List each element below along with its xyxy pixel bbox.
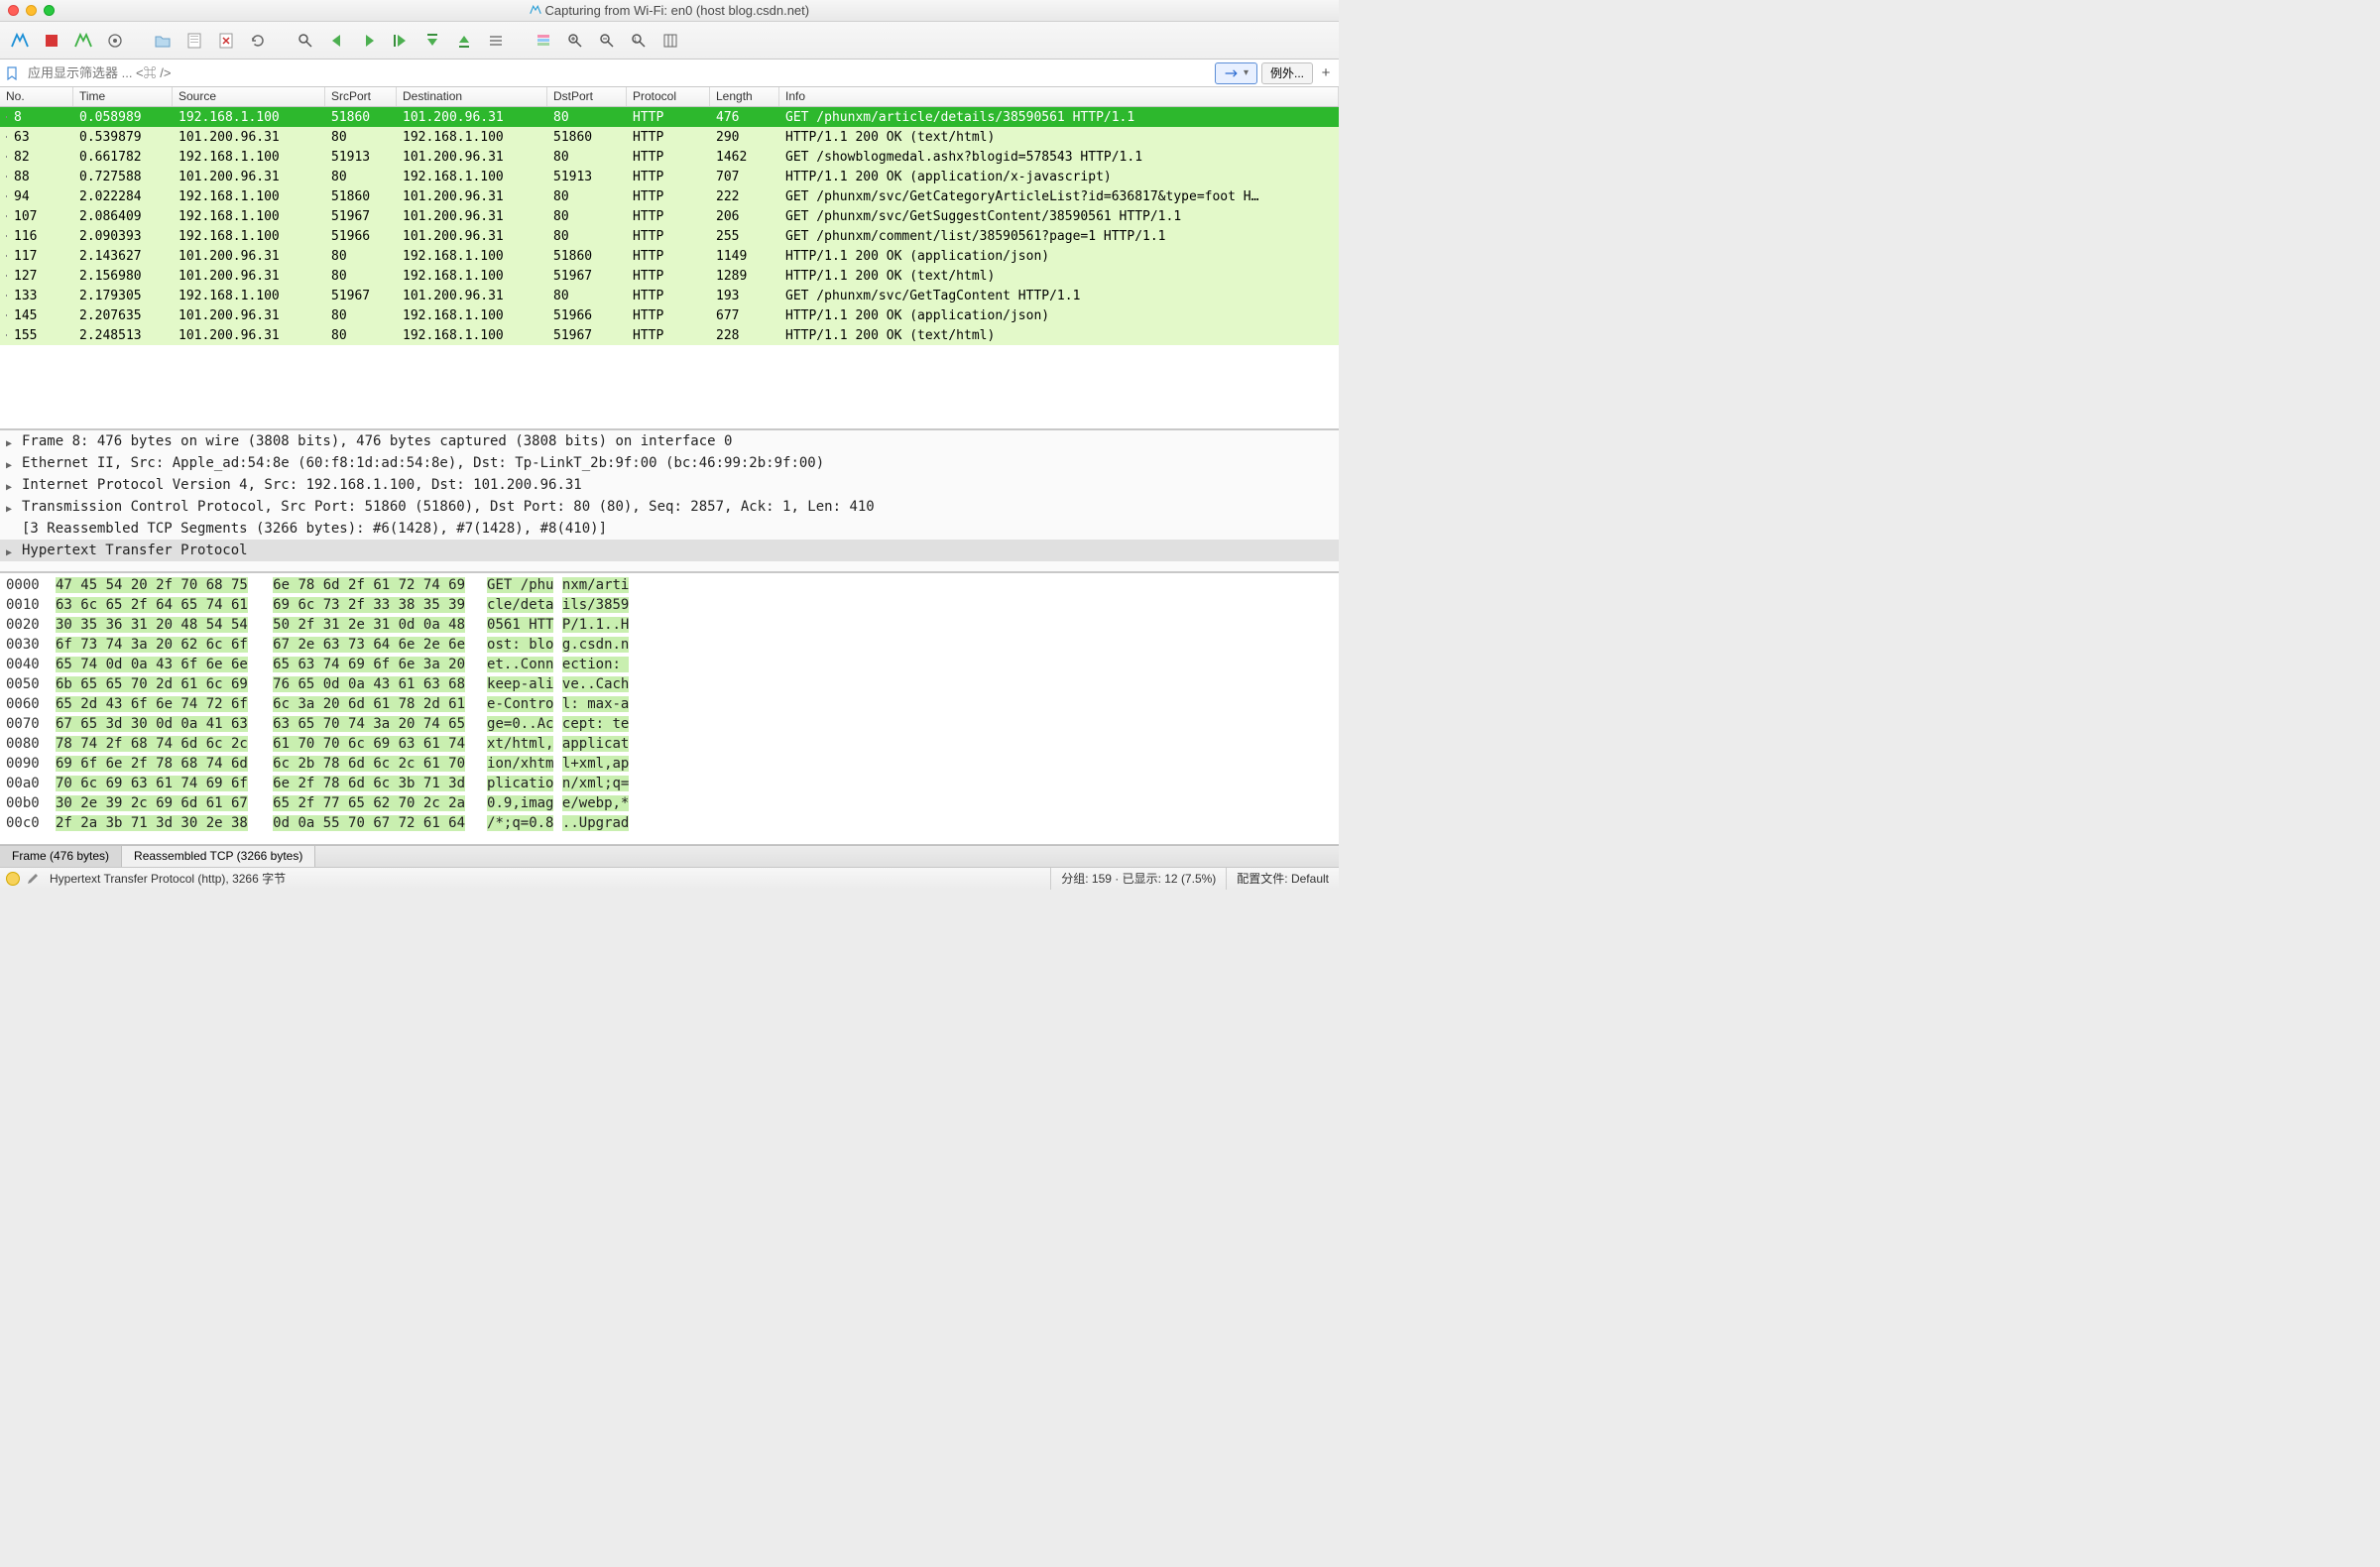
status-left: Hypertext Transfer Protocol (http), 3266… xyxy=(46,870,1050,887)
hex-line[interactable]: 004065 74 0d 0a 43 6f 6e 6e 65 63 74 69 … xyxy=(6,655,1333,674)
detail-node[interactable]: ▶Transmission Control Protocol, Src Port… xyxy=(0,496,1339,518)
col-time[interactable]: Time xyxy=(73,87,173,106)
status-packets: 分组: 159 · 已显示: 12 (7.5%) xyxy=(1050,868,1226,890)
restart-capture-button[interactable] xyxy=(69,27,97,55)
packet-row[interactable]: 1452.207635101.200.96.3180192.168.1.1005… xyxy=(0,305,1339,325)
bookmark-icon[interactable] xyxy=(4,65,20,81)
col-dstport[interactable]: DstPort xyxy=(547,87,627,106)
packet-list-header[interactable]: No. Time Source SrcPort Destination DstP… xyxy=(0,87,1339,107)
stop-capture-button[interactable] xyxy=(38,27,65,55)
detail-node[interactable]: [3 Reassembled TCP Segments (3266 bytes)… xyxy=(0,518,1339,540)
wireshark-icon xyxy=(530,4,541,16)
hex-line[interactable]: 007067 65 3d 30 0d 0a 41 63 63 65 70 74 … xyxy=(6,714,1333,734)
colorize-button[interactable] xyxy=(530,27,557,55)
status-bar: Hypertext Transfer Protocol (http), 3266… xyxy=(0,867,1339,889)
col-length[interactable]: Length xyxy=(710,87,779,106)
hex-line[interactable]: 009069 6f 6e 2f 78 68 74 6d 6c 2b 78 6d … xyxy=(6,754,1333,774)
hex-line[interactable]: 00506b 65 65 70 2d 61 6c 69 76 65 0d 0a … xyxy=(6,674,1333,694)
apply-filter-button[interactable]: ▾ xyxy=(1215,62,1257,84)
hex-line[interactable]: 008078 74 2f 68 74 6d 6c 2c 61 70 70 6c … xyxy=(6,734,1333,754)
hex-line[interactable]: 00c02f 2a 3b 71 3d 30 2e 38 0d 0a 55 70 … xyxy=(6,813,1333,833)
display-filter-bar: ▾ 例外... + xyxy=(0,60,1339,87)
window-title-text: Capturing from Wi-Fi: en0 (host blog.csd… xyxy=(545,3,810,18)
packet-row[interactable]: 1162.090393192.168.1.10051966101.200.96.… xyxy=(0,226,1339,246)
col-srcport[interactable]: SrcPort xyxy=(325,87,397,106)
reload-button[interactable] xyxy=(244,27,272,55)
packet-row[interactable]: 1272.156980101.200.96.3180192.168.1.1005… xyxy=(0,266,1339,286)
col-protocol[interactable]: Protocol xyxy=(627,87,710,106)
go-forward-button[interactable] xyxy=(355,27,383,55)
packet-row[interactable]: 630.539879101.200.96.3180192.168.1.10051… xyxy=(0,127,1339,147)
open-file-button[interactable] xyxy=(149,27,177,55)
packet-details-pane[interactable]: ▶Frame 8: 476 bytes on wire (3808 bits),… xyxy=(0,430,1339,573)
tab-reassembled-bytes[interactable]: Reassembled TCP (3266 bytes) xyxy=(122,846,315,867)
hex-line[interactable]: 00306f 73 74 3a 20 62 6c 6f 67 2e 63 73 … xyxy=(6,635,1333,655)
capture-options-button[interactable] xyxy=(101,27,129,55)
go-last-button[interactable] xyxy=(450,27,478,55)
go-first-button[interactable] xyxy=(418,27,446,55)
detail-node[interactable]: ▶Internet Protocol Version 4, Src: 192.1… xyxy=(0,474,1339,496)
auto-scroll-button[interactable] xyxy=(482,27,510,55)
find-button[interactable] xyxy=(292,27,319,55)
title-bar: Capturing from Wi-Fi: en0 (host blog.csd… xyxy=(0,0,1339,22)
zoom-reset-button[interactable]: 1 xyxy=(625,27,653,55)
edit-icon[interactable] xyxy=(26,872,40,886)
hex-line[interactable]: 001063 6c 65 2f 64 65 74 61 69 6c 73 2f … xyxy=(6,595,1333,615)
display-filter-input[interactable] xyxy=(24,63,1211,82)
col-info[interactable]: Info xyxy=(779,87,1339,106)
col-destination[interactable]: Destination xyxy=(397,87,547,106)
close-file-button[interactable] xyxy=(212,27,240,55)
go-to-packet-button[interactable] xyxy=(387,27,415,55)
tab-frame-bytes[interactable]: Frame (476 bytes) xyxy=(0,846,122,867)
packet-row[interactable]: 1072.086409192.168.1.10051967101.200.96.… xyxy=(0,206,1339,226)
resize-columns-button[interactable] xyxy=(656,27,684,55)
packet-bytes-pane[interactable]: 000047 45 54 20 2f 70 68 75 6e 78 6d 2f … xyxy=(0,573,1339,845)
save-file-button[interactable] xyxy=(180,27,208,55)
start-capture-button[interactable] xyxy=(6,27,34,55)
add-filter-button[interactable]: + xyxy=(1317,64,1335,81)
status-profile[interactable]: 配置文件: Default xyxy=(1226,868,1339,890)
packet-row[interactable]: 80.058989192.168.1.10051860101.200.96.31… xyxy=(0,107,1339,127)
detail-node[interactable]: ▶Ethernet II, Src: Apple_ad:54:8e (60:f8… xyxy=(0,452,1339,474)
detail-node[interactable]: ▶Hypertext Transfer Protocol xyxy=(0,540,1339,561)
packet-row[interactable]: 1172.143627101.200.96.3180192.168.1.1005… xyxy=(0,246,1339,266)
packet-row[interactable]: 1552.248513101.200.96.3180192.168.1.1005… xyxy=(0,325,1339,345)
expression-label: 例外... xyxy=(1270,64,1304,81)
main-toolbar: 1 xyxy=(0,22,1339,60)
expression-button[interactable]: 例外... xyxy=(1261,62,1313,84)
detail-node[interactable]: ▶Frame 8: 476 bytes on wire (3808 bits),… xyxy=(0,430,1339,452)
packet-row[interactable]: 820.661782192.168.1.10051913101.200.96.3… xyxy=(0,147,1339,167)
hex-line[interactable]: 006065 2d 43 6f 6e 74 72 6f 6c 3a 20 6d … xyxy=(6,694,1333,714)
hex-line[interactable]: 002030 35 36 31 20 48 54 54 50 2f 31 2e … xyxy=(6,615,1333,635)
packet-row[interactable]: 942.022284192.168.1.10051860101.200.96.3… xyxy=(0,186,1339,206)
window-title: Capturing from Wi-Fi: en0 (host blog.csd… xyxy=(0,3,1339,18)
zoom-out-button[interactable] xyxy=(593,27,621,55)
packet-list-pane[interactable]: No. Time Source SrcPort Destination DstP… xyxy=(0,87,1339,430)
zoom-in-button[interactable] xyxy=(561,27,589,55)
col-source[interactable]: Source xyxy=(173,87,325,106)
packet-row[interactable]: 880.727588101.200.96.3180192.168.1.10051… xyxy=(0,167,1339,186)
hex-line[interactable]: 00a070 6c 69 63 61 74 69 6f 6e 2f 78 6d … xyxy=(6,774,1333,793)
packet-row[interactable]: 1332.179305192.168.1.10051967101.200.96.… xyxy=(0,286,1339,305)
expert-info-button[interactable] xyxy=(6,872,20,886)
hex-line[interactable]: 00b030 2e 39 2c 69 6d 61 67 65 2f 77 65 … xyxy=(6,793,1333,813)
bytes-tabs: Frame (476 bytes) Reassembled TCP (3266 … xyxy=(0,845,1339,867)
col-no[interactable]: No. xyxy=(0,87,73,106)
hex-line[interactable]: 000047 45 54 20 2f 70 68 75 6e 78 6d 2f … xyxy=(6,575,1333,595)
go-back-button[interactable] xyxy=(323,27,351,55)
